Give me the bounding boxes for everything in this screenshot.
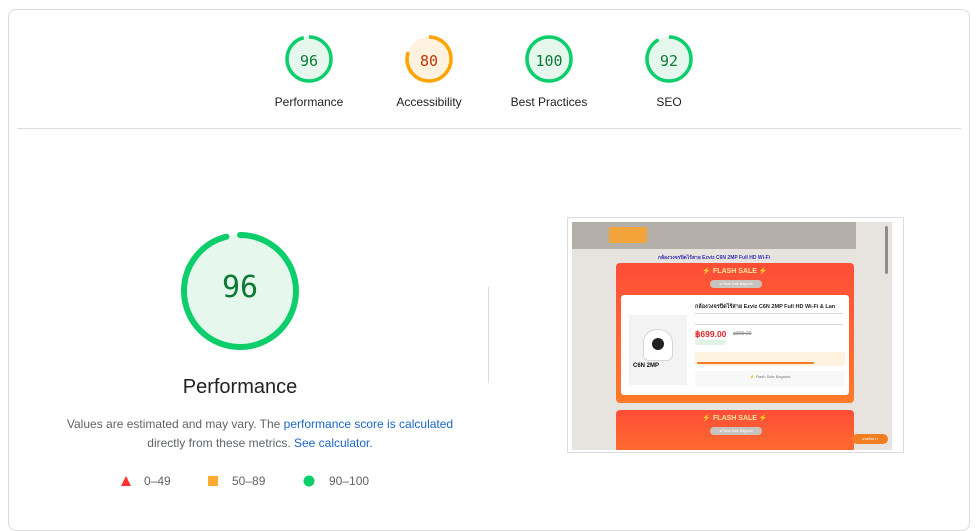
- screenshot-header: [572, 222, 856, 249]
- flash-pill: ● Flash Sale Bagnuts: [710, 427, 762, 435]
- vertical-divider: [488, 287, 489, 383]
- performance-title: Performance: [182, 376, 298, 398]
- flash-title: ⚡ FLASH SALE ⚡: [702, 268, 768, 275]
- gauge-label: Performance: [274, 95, 344, 109]
- triangle-icon: [121, 476, 131, 486]
- gauge-score: 92: [659, 52, 679, 70]
- see-calculator-link[interactable]: See calculator.: [294, 436, 373, 450]
- divider: [17, 128, 961, 129]
- legend-range: 90–100: [329, 474, 370, 488]
- flash-sale-card-2: ⚡ FLASH SALE ⚡ ● Flash Sale Bagnuts: [616, 410, 854, 450]
- performance-description: Values are estimated and may vary. The p…: [45, 415, 475, 453]
- stock-bar: [695, 352, 845, 366]
- flash-pill: ● Flash Sale Bagnuts: [710, 280, 762, 288]
- gauge-label: Accessibility: [396, 95, 462, 109]
- circle-icon: [303, 475, 315, 487]
- product-desc: [695, 313, 843, 325]
- gauge-label: Best Practices: [510, 95, 588, 109]
- product-title: กล้องวงจรปิดไร้สาย Ezviz C6N 2MP Full HD…: [695, 304, 836, 310]
- gauge-score: 100: [535, 52, 563, 70]
- report-card: 96 Performance 80 Accessibility 100 Best…: [8, 9, 970, 531]
- description-text: Values are estimated and may vary. The: [66, 417, 284, 431]
- legend-range: 50–89: [232, 474, 266, 488]
- gauge-score: 80: [419, 52, 439, 70]
- screenshot-scrollbar: [885, 226, 888, 274]
- gauge-performance[interactable]: 96 Performance: [249, 34, 369, 109]
- camera-image: C6N 2MP: [629, 315, 687, 385]
- screenshot-page: กล้องวงจรปิดไร้สาย Ezviz C6N 2MP Full HD…: [572, 222, 892, 450]
- final-screenshot[interactable]: กล้องวงจรปิดไร้สาย Ezviz C6N 2MP Full HD…: [567, 217, 904, 453]
- gauge-score: 96: [299, 52, 319, 70]
- score-calculated-link[interactable]: performance score is calculated: [284, 417, 453, 431]
- legend-average: 50–89: [207, 474, 265, 488]
- legend-fail: 0–49: [120, 474, 171, 488]
- gauge-best-practices[interactable]: 100 Best Practices: [489, 34, 609, 109]
- product-old-price: ฿899.00: [733, 331, 752, 337]
- chat-button: แชทกับเรา: [852, 434, 888, 444]
- flash-title: ⚡ FLASH SALE ⚡: [702, 415, 768, 422]
- stock-bar-fill: [697, 362, 814, 364]
- camera-body: [643, 329, 673, 361]
- camera-label: C6N 2MP: [633, 363, 660, 369]
- gauge-accessibility[interactable]: 80 Accessibility: [369, 34, 489, 109]
- camera-lens: [652, 338, 664, 350]
- product-card: C6N 2MP กล้องวงจรปิดไร้สาย Ezviz C6N 2MP…: [621, 295, 849, 395]
- gauge-label: SEO: [656, 95, 682, 109]
- square-icon: [208, 476, 218, 486]
- legend-range: 0–49: [144, 474, 171, 488]
- screenshot-logo: [609, 227, 647, 243]
- description-text-2: directly from these metrics.: [147, 436, 294, 450]
- discount-badge: [695, 340, 725, 345]
- product-price: ฿699.00: [695, 329, 727, 339]
- performance-score: 96: [221, 270, 259, 305]
- screenshot-heading: กล้องวงจรปิดไร้สาย Ezviz C6N 2MP Full HD…: [657, 255, 771, 261]
- legend-pass: 90–100: [303, 474, 369, 488]
- performance-gauge-large: 96: [179, 230, 301, 352]
- flash-footer: ⚡ Flash Sale Bagnuts: [695, 371, 845, 387]
- gauge-seo[interactable]: 92 SEO: [609, 34, 729, 109]
- flash-sale-card: ⚡ FLASH SALE ⚡ ● Flash Sale Bagnuts C6N …: [616, 263, 854, 403]
